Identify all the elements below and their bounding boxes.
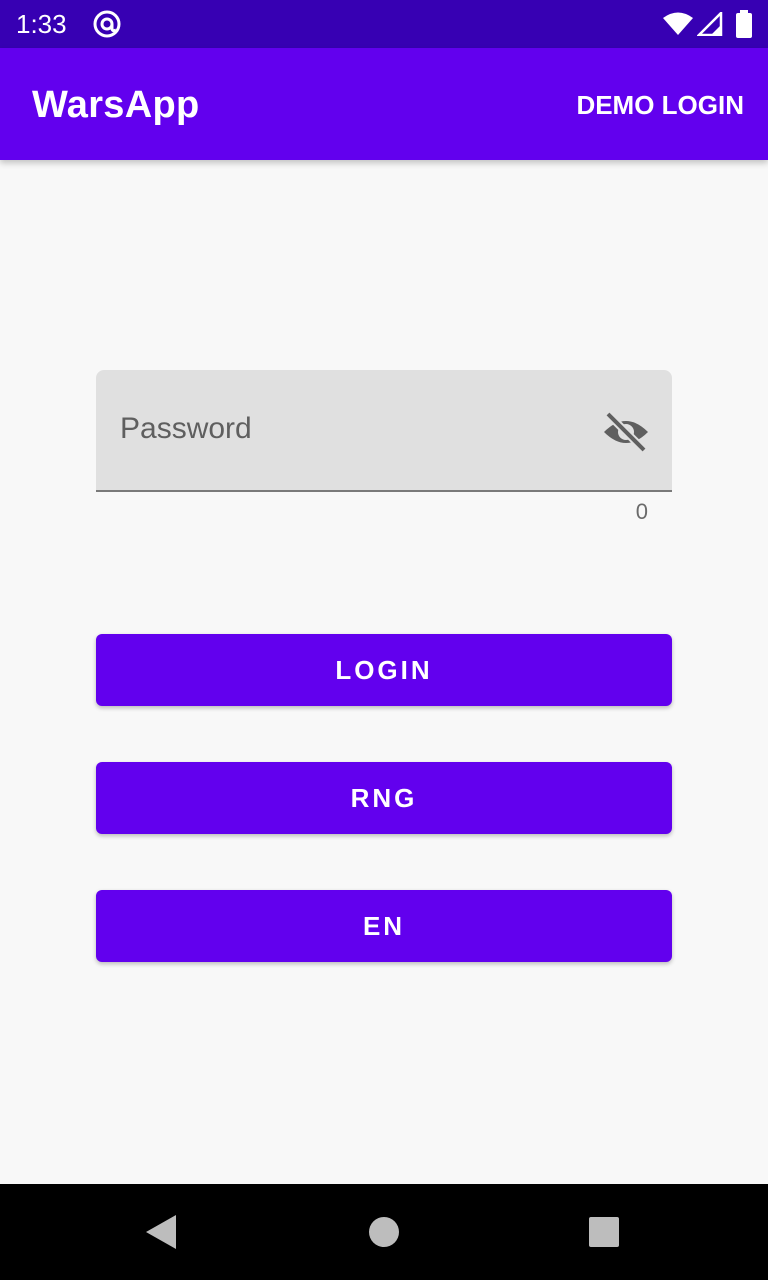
status-bar: 1:33 xyxy=(0,0,768,48)
password-placeholder: Password xyxy=(120,412,252,445)
demo-login-button[interactable]: DEMO LOGIN xyxy=(576,88,744,122)
home-icon[interactable] xyxy=(368,1216,400,1248)
visibility-off-icon[interactable] xyxy=(602,408,650,456)
app-bar: WarsApp DEMO LOGIN xyxy=(0,48,768,160)
rng-button[interactable]: RNG xyxy=(96,762,672,834)
wifi-icon xyxy=(663,12,693,35)
back-icon[interactable] xyxy=(144,1214,178,1250)
app-title: WarsApp xyxy=(32,84,200,126)
login-button[interactable]: LOGIN xyxy=(96,634,672,706)
language-button[interactable]: EN xyxy=(96,890,672,962)
password-field[interactable]: Password xyxy=(96,370,672,492)
character-counter: 0 xyxy=(635,499,648,524)
recents-icon[interactable] xyxy=(589,1217,619,1247)
at-sign-icon xyxy=(93,10,121,38)
cell-signal-icon xyxy=(697,12,723,36)
status-time: 1:33 xyxy=(16,9,67,39)
battery-icon xyxy=(736,10,752,38)
